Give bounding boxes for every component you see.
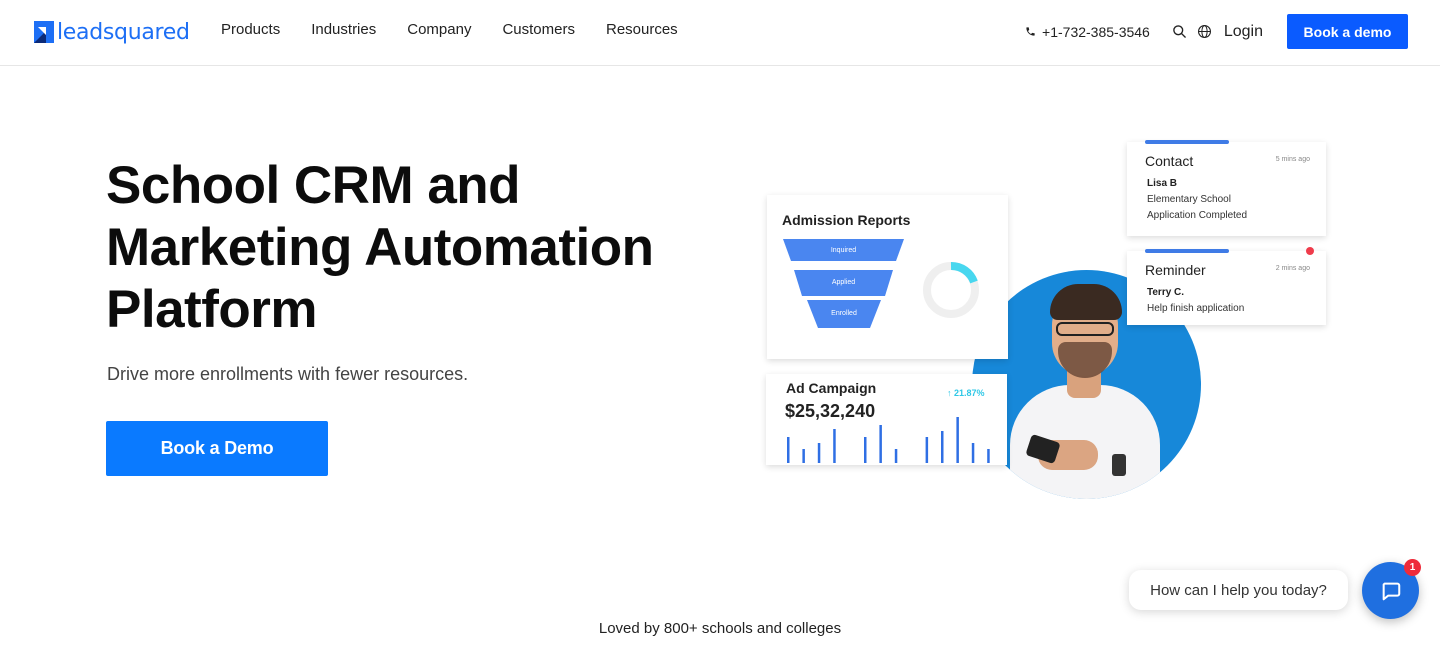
reminder-title: Reminder	[1145, 262, 1206, 278]
leadsquared-logo[interactable]: leadsquared	[34, 18, 190, 46]
contact-line-1: Elementary School	[1147, 194, 1231, 205]
ad-bar	[879, 425, 882, 463]
contact-time: 5 mins ago	[1275, 156, 1310, 163]
top-navigation: leadsquared Products Industries Company …	[0, 0, 1440, 66]
person-hair	[1050, 284, 1122, 320]
ad-bar	[787, 437, 790, 463]
hero-subtitle: Drive more enrollments with fewer resour…	[107, 364, 469, 384]
chat-icon	[1382, 582, 1400, 600]
book-demo-hero-button[interactable]: Book a Demo	[106, 421, 328, 476]
contact-strip	[1145, 140, 1229, 144]
phone-number: +1-732-385-3546	[1042, 23, 1150, 40]
ad-bar	[833, 429, 836, 463]
ad-bar	[971, 443, 975, 463]
phone-link[interactable]: +1-732-385-3546	[1025, 24, 1150, 40]
contact-card: Contact 5 mins ago Lisa B Elementary Sch…	[1127, 140, 1326, 236]
hero-title: School CRM and Marketing Automation Plat…	[106, 156, 654, 339]
ad-bar	[956, 417, 959, 463]
phone-icon	[1026, 27, 1035, 36]
nav-resources[interactable]: Resources	[606, 21, 678, 38]
admission-reports-card: Admission Reports Inquired Applied Enrol…	[767, 195, 1008, 359]
language-button[interactable]	[1197, 24, 1212, 39]
reminder-card: Reminder 2 mins ago Terry C. Help finish…	[1127, 249, 1326, 325]
reminder-strip	[1145, 249, 1229, 253]
ad-bar	[802, 449, 805, 463]
ad-bar	[894, 449, 898, 463]
funnel-stage-enrolled: Enrolled	[807, 300, 881, 328]
search-button[interactable]	[1172, 24, 1187, 39]
funnel-stage-applied: Applied	[794, 270, 893, 296]
reminder-name: Terry C.	[1147, 287, 1185, 298]
notification-dot-icon	[1306, 247, 1314, 255]
nav-company[interactable]: Company	[407, 21, 471, 38]
ad-bar	[925, 437, 929, 463]
ad-bar	[987, 449, 990, 463]
social-proof-text: Loved by 800+ schools and colleges	[598, 620, 842, 637]
reminder-line: Help finish application	[1147, 303, 1245, 314]
nav-utilities: +1-732-385-3546 Login Book a demo	[1025, 14, 1408, 49]
contact-name: Lisa B	[1147, 178, 1178, 189]
person-glasses	[1056, 322, 1114, 336]
admission-reports-title: Admission Reports	[782, 212, 911, 228]
ad-bar	[941, 431, 944, 463]
search-icon	[1173, 25, 1186, 38]
chat-prompt-bubble[interactable]: How can I help you today?	[1129, 570, 1348, 610]
logo-mark-icon	[34, 21, 54, 43]
ad-campaign-card: Ad Campaign ↑ 21.87% $25,32,240	[766, 374, 1007, 465]
ad-bar	[817, 443, 821, 463]
chat-unread-badge: 1	[1404, 559, 1421, 576]
ad-bar	[864, 437, 867, 463]
nav-products[interactable]: Products	[221, 21, 280, 38]
book-demo-nav-button[interactable]: Book a demo	[1287, 14, 1408, 49]
nav-industries[interactable]: Industries	[311, 21, 376, 38]
ad-campaign-bars	[787, 417, 990, 463]
nav-customers[interactable]: Customers	[502, 21, 575, 38]
reminder-time: 2 mins ago	[1275, 265, 1310, 272]
funnel-stage-inquired: Inquired	[783, 239, 904, 261]
watch-icon	[1112, 454, 1126, 476]
logo-text: leadsquared	[57, 19, 190, 45]
chat-prompt-text: How can I help you today?	[1150, 581, 1327, 599]
login-link[interactable]: Login	[1224, 23, 1263, 41]
contact-title: Contact	[1145, 153, 1194, 169]
globe-icon	[1197, 25, 1211, 38]
contact-line-2: Application Completed	[1147, 210, 1248, 221]
donut-chart	[923, 261, 979, 318]
main-menu: Products Industries Company Customers Re…	[221, 21, 709, 38]
